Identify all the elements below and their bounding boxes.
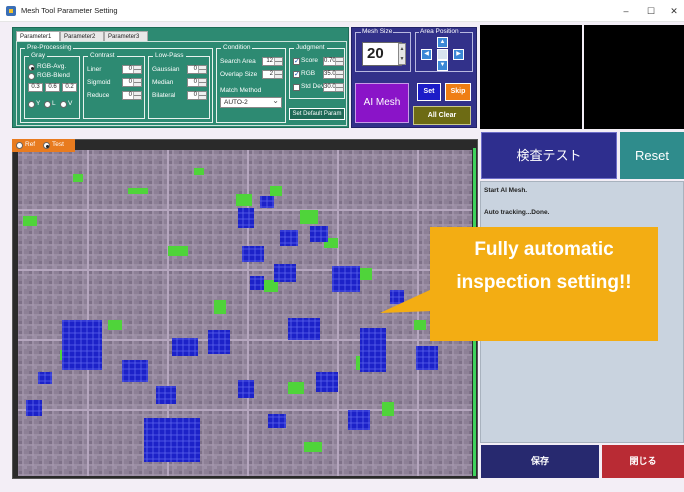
match-method-select[interactable]: AUTO-2 (220, 96, 282, 108)
skip-button[interactable]: Skip (445, 83, 471, 101)
area-up-button[interactable]: ▲ (437, 37, 448, 48)
judgment-group: Judgment Score 0.70 RGB 35.0 Std Dev 30.… (289, 44, 345, 99)
liner-label: Liner (87, 66, 102, 73)
median-input[interactable]: 0 (187, 78, 207, 87)
test-radio[interactable] (43, 142, 50, 149)
gray-title: Gray (29, 52, 48, 59)
all-clear-button[interactable]: All Clear (413, 106, 471, 125)
contrast-title: Contrast (88, 52, 117, 59)
stddev-checkbox[interactable] (293, 84, 300, 91)
save-button[interactable]: 保存 (481, 445, 599, 478)
blend-weight-g[interactable]: 0.6 (45, 83, 60, 92)
rgb-avg-label: RGB-Avg. (37, 63, 67, 70)
maximize-button[interactable]: ☐ (639, 4, 663, 18)
log-line: Auto tracking...Done. (484, 209, 550, 216)
bilateral-label: Bilateral (152, 92, 176, 99)
reset-button[interactable]: Reset (620, 132, 684, 179)
score-checkbox[interactable] (293, 57, 300, 65)
lowpass-title: Low-Pass (153, 52, 186, 59)
condition-group: Condition Search Area 12 Overlap Size 2 … (216, 44, 286, 123)
tab-body: Pre-Processing Gray RGB-Avg. RGB-Blend 0… (16, 41, 347, 126)
gaussian-label: Gaussian (152, 66, 180, 73)
rgb-blend-label: RGB-Blend (37, 72, 70, 79)
ref-test-toggle: Ref Test (12, 139, 75, 152)
channel-v-radio[interactable] (60, 101, 67, 108)
median-label: Median (152, 79, 174, 86)
channel-l-label: L (52, 100, 56, 107)
bilateral-input[interactable]: 0 (187, 91, 207, 100)
condition-title: Condition (221, 44, 253, 51)
lowpass-group: Low-Pass Gaussian 0 Median 0 Bilateral 0 (148, 52, 210, 119)
reduce-label: Reduce (87, 92, 110, 99)
test-label: Test (52, 141, 64, 148)
liner-input[interactable]: 0 (122, 65, 142, 74)
camera-view-right (584, 25, 684, 129)
rgb-input[interactable]: 35.0 (323, 70, 344, 79)
channel-y-label: Y (36, 100, 41, 107)
channel-v-label: V (68, 100, 73, 107)
blend-weight-b[interactable]: 0.2 (62, 83, 77, 92)
sigmoid-input[interactable]: 0 (122, 78, 142, 87)
rgb-blend-radio[interactable] (28, 73, 35, 80)
close-window-button[interactable]: ✕ (662, 4, 684, 18)
reduce-input[interactable]: 0 (122, 91, 142, 100)
app-icon (6, 6, 16, 16)
area-position-title: Area Position (419, 28, 460, 35)
overlap-size-label: Overlap Size (220, 71, 258, 78)
preprocessing-title: Pre-Processing (25, 44, 74, 51)
blend-weight-r[interactable]: 0.3 (28, 83, 43, 92)
channel-l-radio[interactable] (44, 101, 51, 108)
ref-label: Ref (25, 141, 36, 148)
overlap-size-input[interactable]: 2 (262, 70, 283, 79)
match-method-label: Match Method (220, 87, 262, 94)
score-input[interactable]: 0.70 (323, 57, 344, 66)
preprocessing-group: Pre-Processing Gray RGB-Avg. RGB-Blend 0… (20, 44, 213, 123)
mesh-size-title: Mesh Size (361, 28, 394, 35)
area-left-button[interactable]: ◀ (421, 49, 432, 60)
set-default-param-button[interactable]: Set Default Param (289, 108, 345, 120)
window-title: Mesh Tool Parameter Setting (21, 6, 118, 15)
rgb-avg-radio[interactable] (28, 64, 35, 71)
area-down-button[interactable]: ▼ (437, 60, 448, 71)
parameter-panel: Parameter1 Parameter2 Parameter3 Pre-Pro… (12, 27, 349, 128)
gaussian-input[interactable]: 0 (187, 65, 207, 74)
judgment-title: Judgment (294, 44, 327, 51)
sigmoid-label: Sigmoid (87, 79, 111, 86)
gray-group: Gray RGB-Avg. RGB-Blend 0.3 0.6 0.2 Y L … (24, 52, 80, 119)
stddev-input[interactable]: 30.0 (323, 83, 344, 92)
set-button[interactable]: Set (417, 83, 441, 101)
search-area-label: Search Area (220, 58, 256, 65)
channel-y-radio[interactable] (28, 101, 35, 108)
area-center-button[interactable] (437, 49, 448, 60)
minimize-button[interactable]: – (614, 4, 638, 18)
log-line: Start AI Mesh. (484, 187, 528, 194)
mesh-size-spinner[interactable]: ▲ ▼ (398, 43, 406, 65)
camera-view-left (480, 25, 582, 129)
ref-radio[interactable] (16, 142, 23, 149)
inspection-test-button[interactable]: 検査テスト (481, 132, 617, 179)
contrast-group: Contrast Liner 0 Sigmoid 0 Reduce 0 (83, 52, 145, 119)
stddev-label: Std Dev (301, 83, 325, 90)
search-area-input[interactable]: 12 (262, 57, 283, 66)
area-right-button[interactable]: ▶ (453, 49, 464, 60)
callout-text: Fully automatic inspection setting!! (456, 239, 632, 293)
close-button[interactable]: 閉じる (602, 445, 684, 478)
ai-mesh-button[interactable]: AI Mesh (355, 83, 409, 123)
mesh-size-input[interactable]: 20 (362, 42, 402, 66)
rgb-label: RGB (301, 70, 316, 77)
score-label: Score (301, 57, 318, 64)
rgb-checkbox[interactable] (293, 70, 300, 78)
